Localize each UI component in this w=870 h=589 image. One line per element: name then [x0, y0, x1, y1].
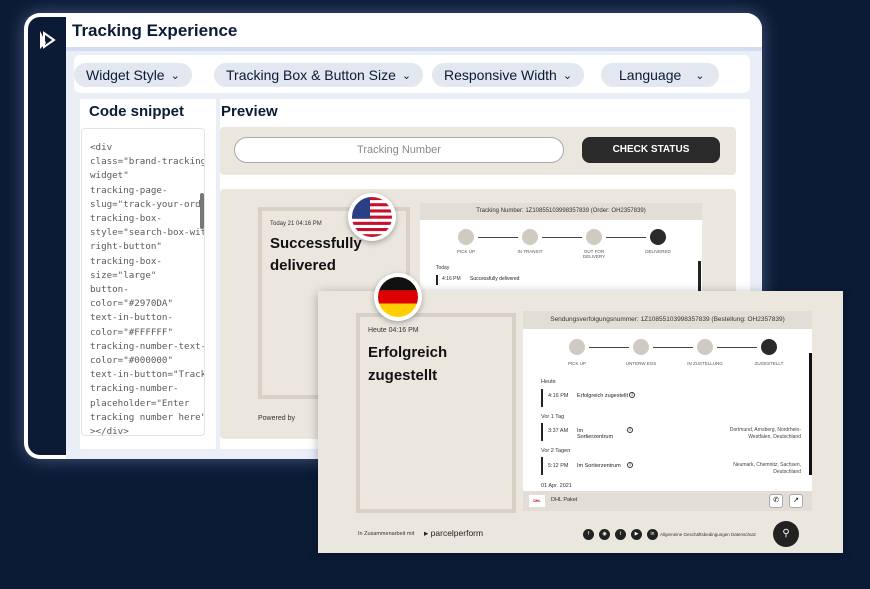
powered-by-label: Powered by — [258, 415, 295, 422]
facebook-icon[interactable]: f — [583, 529, 594, 540]
step-connector — [717, 347, 757, 348]
dhl-logo-icon: DHL — [529, 495, 545, 507]
timeline-section: 01 Apr. 2021 — [541, 483, 572, 489]
event-location: Dortmund, Arnsberg, Nordrhein-Westfalen,… — [729, 427, 801, 440]
step-label: OUT FOR DELIVERY — [582, 249, 606, 259]
footer-links[interactable]: Allgemeine Geschäftsbedingungen Datensch… — [660, 532, 756, 537]
step-connector — [606, 237, 646, 238]
tracking-number-input[interactable]: Tracking Number — [234, 137, 564, 163]
us-flag-graphic — [352, 197, 392, 237]
pickup-step-icon — [569, 339, 585, 355]
de-flag-graphic — [378, 277, 418, 317]
step-connector — [478, 237, 518, 238]
carrier-name: DHL Paket — [551, 497, 578, 503]
check-status-button[interactable]: CHECK STATUS — [582, 137, 720, 163]
pickup-step-icon — [458, 229, 474, 245]
de-flag-icon[interactable] — [374, 273, 422, 321]
info-icon[interactable]: i — [629, 392, 635, 398]
step-connector — [653, 347, 693, 348]
timeline-section: Heute — [541, 379, 556, 385]
tracking-detail-panel: Sendungsverfolgungsnummer: 1Z10855103998… — [523, 311, 812, 511]
tab-label: Language — [619, 67, 682, 83]
event-time: 4:16 PM — [548, 393, 569, 399]
event-text: Im Sortierzentrum — [577, 463, 621, 469]
tab-label: Responsive Width — [444, 67, 557, 83]
event-text: Im Sortierzentrum — [577, 428, 614, 440]
timeline-bar — [541, 457, 543, 475]
tracking-number-header: Sendungsverfolgungsnummer: 1Z10855103998… — [523, 311, 812, 329]
event-text: Successfully delivered — [470, 276, 520, 282]
tab-label: Widget Style — [86, 67, 165, 83]
status-date: Heute 04:16 PM — [368, 327, 419, 334]
transit-step-icon — [633, 339, 649, 355]
tab-tracking-box-size[interactable]: Tracking Box & Button Size ⌄ — [214, 63, 424, 87]
chevron-down-icon: ⌄ — [170, 70, 180, 82]
step-label: DELIVERED — [645, 249, 671, 254]
code-snippet-title: Code snippet — [89, 103, 185, 120]
brand-logo-icon — [40, 31, 56, 49]
external-link-icon[interactable]: ↗ — [789, 494, 803, 508]
tab-widget-style[interactable]: Widget Style ⌄ — [74, 63, 192, 87]
us-flag-icon[interactable] — [348, 193, 396, 241]
code-snippet-box[interactable]: <div class="brand-tracking- widget" trac… — [81, 128, 205, 436]
phone-icon[interactable]: ✆ — [769, 494, 783, 508]
chat-icon[interactable]: ⚲ — [773, 521, 799, 547]
info-icon[interactable]: i — [627, 427, 633, 433]
step-connector — [542, 237, 582, 238]
event-text: Erfolgreich zugestellt — [577, 393, 629, 399]
status-heading: Erfolgreich zugestellt — [368, 344, 448, 384]
linkedin-icon[interactable]: in — [647, 529, 658, 540]
step-connector — [589, 347, 629, 348]
info-icon[interactable]: i — [627, 462, 633, 468]
page-title: Tracking Experience — [72, 21, 238, 40]
delivered-step-icon — [761, 339, 777, 355]
event-location: Neumark, Chemnitz, Sachsen, Deutschland — [733, 462, 801, 475]
timeline-bar — [541, 389, 543, 407]
status-heading: Successfully delivered — [270, 235, 362, 274]
timeline-bar — [436, 275, 438, 285]
carrier-bar: DHL DHL Paket ✆ ↗ — [523, 491, 812, 511]
tab-label: Tracking Box & Button Size — [226, 67, 396, 83]
detail-scrollbar[interactable] — [809, 353, 812, 475]
timeline-bar — [541, 423, 543, 441]
timeline-section: Vor 1 Tag — [541, 414, 565, 420]
out-for-delivery-step-icon — [586, 229, 602, 245]
chevron-down-icon: ⌄ — [562, 70, 573, 82]
timeline-section: Vor 2 Tagen — [541, 448, 571, 454]
event-time: 3:37 AM — [548, 428, 569, 434]
parcelperform-mark-icon: ▸ — [424, 528, 429, 538]
step-label: ZUGESTELLT — [754, 361, 784, 366]
timeline-section: Today — [436, 265, 450, 271]
step-label: PICK UP — [567, 361, 586, 366]
tab-language[interactable]: Language ⌄ — [601, 63, 719, 87]
delivered-step-icon — [650, 229, 666, 245]
instagram-icon[interactable]: ◉ — [599, 529, 610, 540]
step-label: IN ZUSTELLUNG — [687, 361, 723, 366]
chevron-down-icon: ⌄ — [695, 70, 705, 82]
chevron-down-icon: ⌄ — [401, 70, 412, 82]
twitter-icon[interactable]: t — [615, 529, 626, 540]
tracking-search-strip: Tracking Number CHECK STATUS — [220, 127, 736, 175]
youtube-icon[interactable]: ▶ — [631, 529, 642, 540]
sidebar — [28, 17, 66, 455]
status-card: Heute 04:16 PM Erfolgreich zugestellt — [356, 313, 516, 513]
partnership-label: In Zusammenarbeit mit — [358, 531, 415, 537]
event-time: 5:12 PM — [548, 463, 569, 469]
step-label: IN TRANSIT — [517, 249, 543, 254]
in-delivery-step-icon — [697, 339, 713, 355]
status-date: Today 21 04:16 PM — [270, 221, 322, 227]
tab-responsive-width[interactable]: Responsive Width ⌄ — [432, 63, 585, 87]
event-time: 4:16 PM — [442, 276, 461, 282]
tracking-number-header: Tracking Number: 1Z10855103998357839 (Or… — [420, 203, 702, 220]
de-widget-preview: Heute 04:16 PM Erfolgreich zugestellt Sen… — [318, 291, 843, 553]
code-scrollbar[interactable] — [200, 193, 204, 229]
preview-title: Preview — [221, 103, 278, 120]
step-label: UNTERW EGS — [625, 361, 657, 366]
transit-step-icon — [522, 229, 538, 245]
settings-tabbar: Widget Style ⌄ Tracking Box & Button Size… — [74, 55, 750, 93]
step-label: PICK UP — [456, 249, 475, 254]
parcelperform-logo[interactable]: ▸ parcelperform — [424, 528, 483, 539]
